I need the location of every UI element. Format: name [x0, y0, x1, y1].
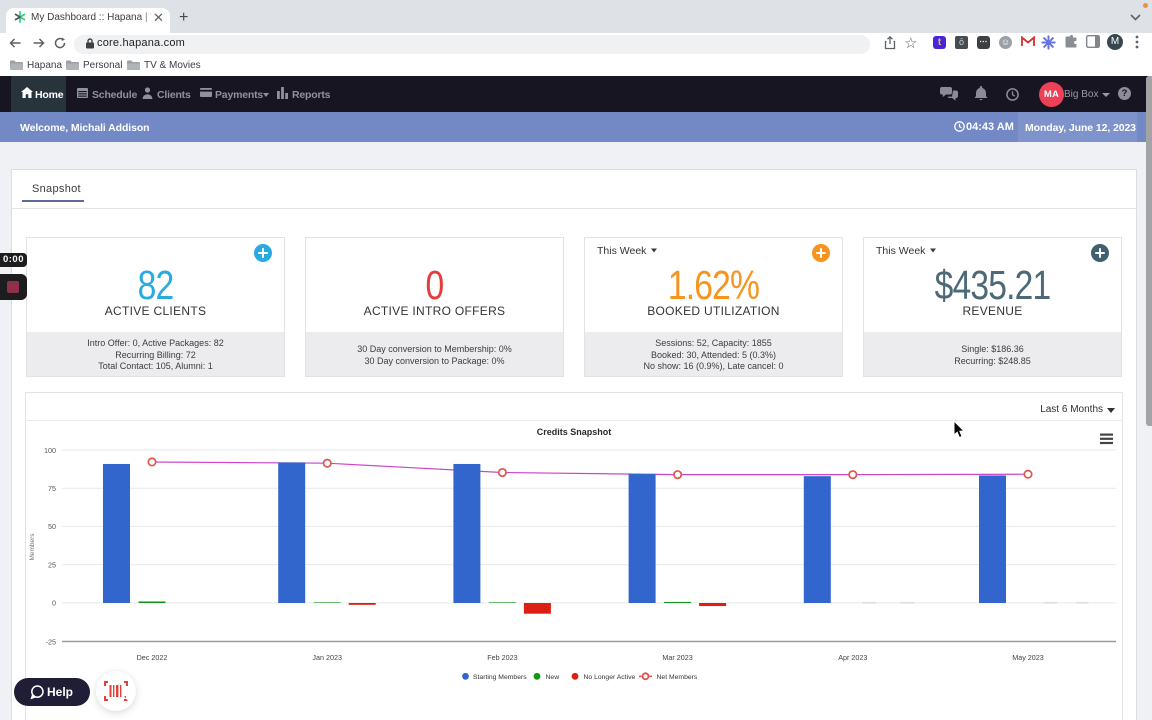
svg-text:100: 100	[44, 446, 56, 455]
svg-text:25: 25	[48, 560, 56, 569]
svg-text:Mar 2023: Mar 2023	[662, 653, 692, 662]
svg-text:Apr 2023: Apr 2023	[838, 653, 867, 662]
svg-text:Net Members: Net Members	[657, 674, 698, 681]
svg-text:No Longer Active: No Longer Active	[584, 674, 636, 681]
svg-text:May 2023: May 2023	[1012, 653, 1044, 662]
svg-text:50: 50	[48, 522, 56, 531]
svg-text:Jan 2023: Jan 2023	[312, 653, 342, 662]
svg-text:75: 75	[48, 484, 56, 493]
svg-text:0: 0	[52, 599, 56, 608]
svg-text:-25: -25	[46, 637, 56, 646]
svg-text:New: New	[546, 674, 560, 681]
svg-text:Dec 2022: Dec 2022	[137, 653, 168, 662]
svg-text:Starting Members: Starting Members	[473, 674, 527, 681]
svg-text:Feb 2023: Feb 2023	[487, 653, 517, 662]
svg-text:Members: Members	[29, 533, 36, 561]
